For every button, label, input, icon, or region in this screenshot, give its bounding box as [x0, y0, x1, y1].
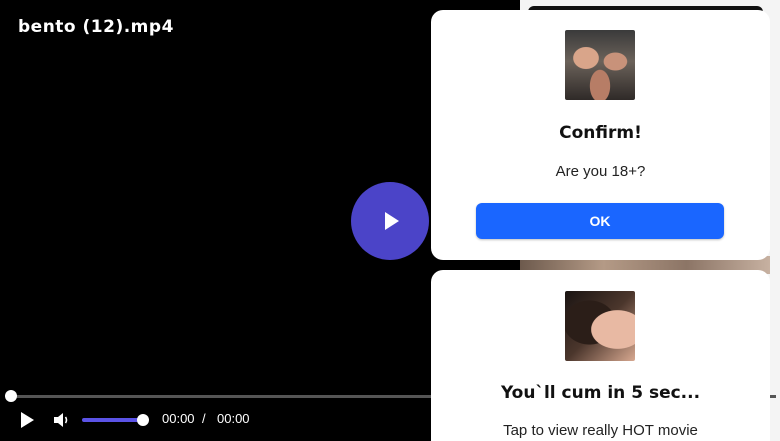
popup-title: Confirm! — [559, 123, 642, 143]
promo-popup[interactable]: You`ll cum in 5 sec... Tap to view reall… — [431, 270, 770, 441]
play-icon — [21, 412, 34, 428]
volume-handle[interactable] — [137, 414, 149, 426]
popup-thumbnail[interactable] — [565, 30, 635, 100]
video-page: bento (12).mp4 00:00 / 00:00 Confirm! Ar… — [0, 0, 780, 441]
popup-message: Tap to view really HOT movie — [503, 422, 698, 439]
popup-title: You`ll cum in 5 sec... — [500, 383, 701, 403]
mute-button[interactable] — [52, 410, 72, 430]
total-time: 00:00 — [217, 411, 250, 426]
volume-icon — [54, 413, 68, 427]
play-icon — [385, 212, 399, 230]
popup-thumbnail[interactable] — [565, 291, 635, 361]
progress-handle[interactable] — [5, 390, 17, 402]
video-title: bento (12).mp4 — [18, 17, 174, 37]
time-separator: / — [202, 411, 206, 426]
ok-button[interactable]: OK — [476, 203, 724, 239]
big-play-button[interactable] — [351, 182, 429, 260]
age-confirm-popup: Confirm! Are you 18+? OK — [431, 10, 770, 260]
play-button[interactable] — [17, 410, 37, 430]
popup-message: Are you 18+? — [555, 163, 646, 180]
current-time: 00:00 — [162, 411, 195, 426]
volume-slider[interactable] — [82, 418, 144, 422]
